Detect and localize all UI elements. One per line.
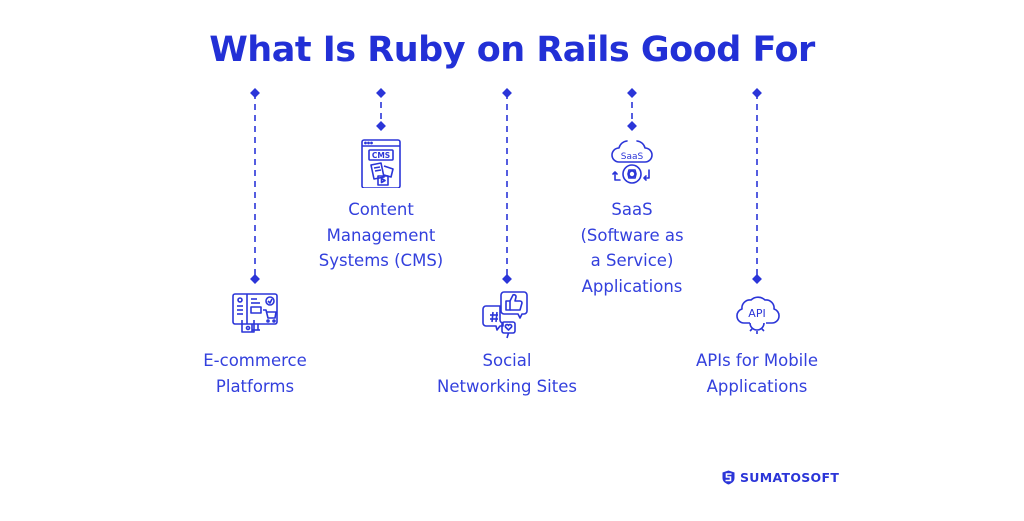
dashed-connector — [752, 88, 762, 284]
svg-text:SaaS: SaaS — [621, 152, 644, 162]
social-chat-bubbles-icon — [482, 291, 528, 339]
brand-name: SUMATOSOFT — [740, 470, 840, 485]
diamond-marker-bottom — [250, 274, 260, 284]
svg-text:CMS: CMS — [372, 151, 390, 160]
diamond-marker-top — [752, 88, 762, 98]
diamond-marker-bottom — [627, 121, 637, 131]
dashed-connector — [250, 88, 260, 284]
api-cloud-gear-icon: API — [736, 296, 780, 334]
diamond-marker-top — [250, 88, 260, 98]
brand-logo: SUMATOSOFT — [722, 470, 839, 485]
cms-window-icon: CMS — [361, 139, 401, 188]
diamond-marker-bottom — [752, 274, 762, 284]
dashed-connector — [502, 88, 512, 284]
diamond-marker-bottom — [376, 121, 386, 131]
diamond-marker-top — [627, 88, 637, 98]
svg-text:API: API — [748, 307, 765, 320]
diamond-marker-top — [376, 88, 386, 98]
sumatosoft-shield-icon — [722, 470, 735, 485]
diamond-marker-top — [502, 88, 512, 98]
item-api: API APIs for Mobile Applications — [677, 0, 837, 521]
item-label: APIs for Mobile Applications — [695, 351, 818, 396]
saas-cloud-gear-icon: SaaS — [611, 140, 653, 184]
ecommerce-monitor-cart-icon — [232, 293, 278, 333]
diamond-marker-bottom — [502, 274, 512, 284]
